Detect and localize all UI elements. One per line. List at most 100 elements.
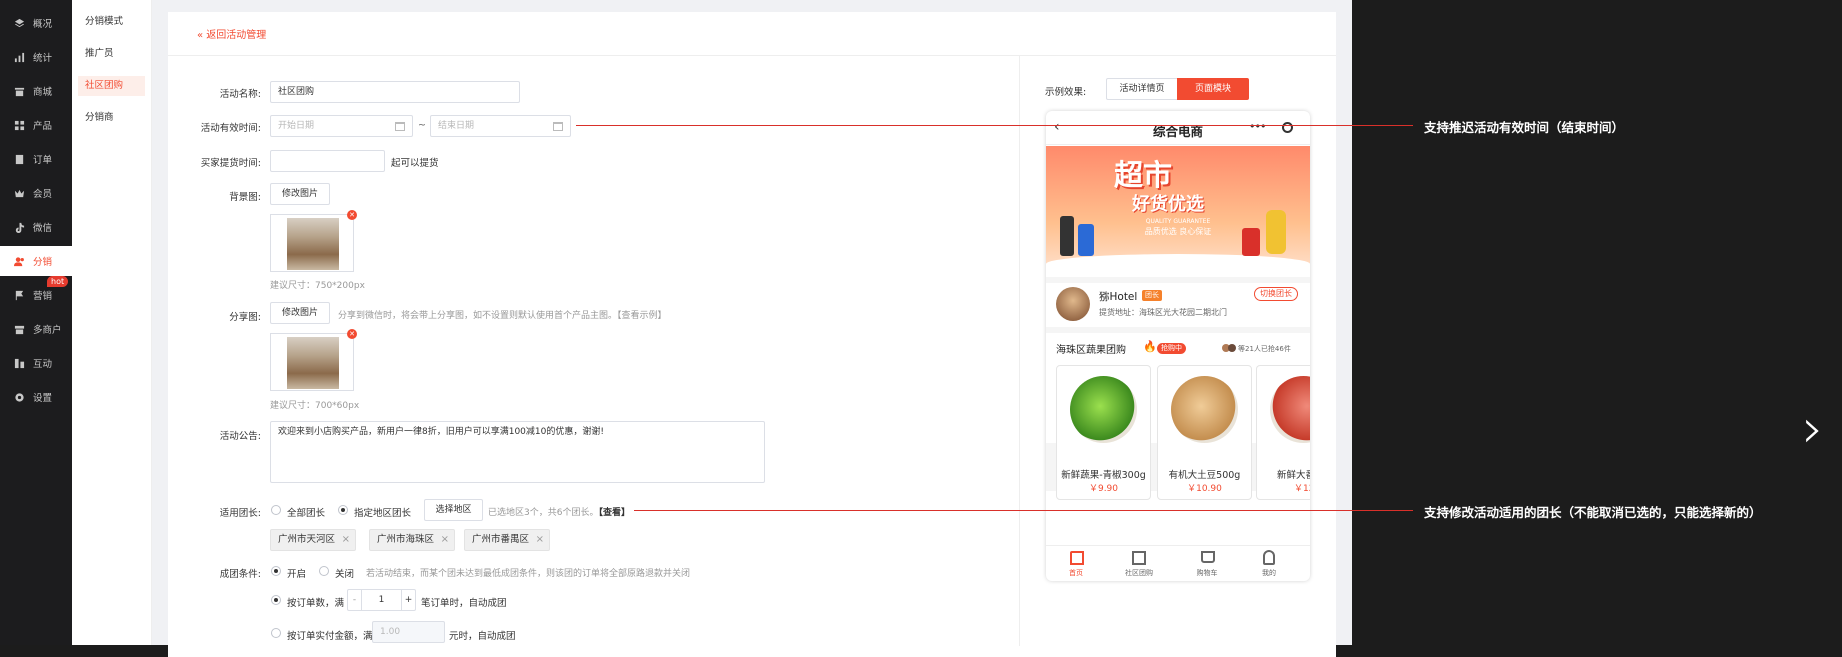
layers-icon: [14, 18, 25, 29]
minus-button[interactable]: -: [348, 590, 362, 610]
bg-change-button[interactable]: 修改图片: [270, 183, 330, 205]
close-icon[interactable]: ×: [441, 530, 449, 550]
annotation-line: [576, 125, 1413, 126]
time-label: 活动有效时间:: [200, 123, 261, 134]
select-area-button[interactable]: 选择地区: [424, 499, 483, 521]
product-card[interactable]: 有机大土豆500g ￥10.90: [1157, 365, 1252, 500]
product-image: [1070, 376, 1137, 443]
leader-badge: 团长: [1142, 290, 1162, 301]
area-tag: 广州市番禺区 ×: [464, 529, 550, 551]
divider: [1046, 144, 1310, 145]
crown-icon: [14, 188, 25, 199]
product-bottle: [1266, 210, 1286, 254]
grid-icon: [14, 120, 25, 131]
tab-mine[interactable]: 我的: [1249, 568, 1289, 578]
gear-icon: [14, 392, 25, 403]
date-separator: ~: [418, 120, 426, 131]
remove-icon[interactable]: ✕: [347, 329, 357, 339]
start-date-input[interactable]: 开始日期: [270, 115, 413, 137]
main-nav: 概况 统计 商城 产品 订单 会员 微信 分销 营销 多商户 互动 设置 hot: [0, 0, 72, 645]
area-view-link[interactable]: 【查看】: [598, 508, 630, 518]
sub-item-community[interactable]: 社区团购: [78, 76, 145, 96]
by-order-suffix: 笔订单时，自动成团: [421, 598, 507, 609]
back-label: 返回活动管理: [206, 30, 267, 41]
product-can: [1242, 228, 1260, 256]
nav-item-overview[interactable]: 概况: [0, 9, 72, 37]
leader-name: 猕Hotel: [1099, 291, 1138, 303]
divider: [1019, 56, 1020, 646]
tab-community[interactable]: 社区团购: [1119, 568, 1159, 578]
product-image: [1270, 376, 1310, 443]
divider: [168, 55, 1336, 56]
radio-all-leaders[interactable]: [271, 505, 281, 515]
radio-cond-on[interactable]: [271, 566, 281, 576]
nav-item-merchant[interactable]: 多商户: [0, 315, 72, 343]
nav-item-product[interactable]: 产品: [0, 111, 72, 139]
share-label: 分享图:: [229, 312, 261, 323]
nav-item-interact[interactable]: 互动: [0, 349, 72, 377]
nav-label: 分销: [33, 257, 53, 268]
end-date-placeholder: 结束日期: [438, 121, 475, 131]
divider: [1046, 545, 1310, 546]
end-date-input[interactable]: 结束日期: [430, 115, 571, 137]
flag-icon: [14, 290, 25, 301]
tiktok-icon: [14, 222, 25, 233]
tab-page-module[interactable]: 页面模块: [1177, 78, 1249, 100]
radio-cond-off[interactable]: [319, 566, 329, 576]
nav-item-wechat[interactable]: 微信: [0, 213, 72, 241]
share-change-button[interactable]: 修改图片: [270, 302, 330, 324]
product-card[interactable]: 新鲜大番 ￥12.9: [1256, 365, 1310, 500]
by-amount-suffix: 元时，自动成团: [449, 631, 516, 642]
bg-label: 背景图:: [229, 192, 261, 203]
nav-item-stats[interactable]: 统计: [0, 43, 72, 71]
nav-label: 产品: [33, 121, 53, 132]
user-icon[interactable]: [1263, 550, 1275, 565]
product-card[interactable]: 新鲜蔬果-青椒300g ￥9.90: [1056, 365, 1151, 500]
tab-cart[interactable]: 购物车: [1187, 568, 1227, 578]
nav-item-mall[interactable]: 商城: [0, 77, 72, 105]
switch-leader-button[interactable]: 切换团长: [1254, 287, 1298, 301]
sub-item-mode[interactable]: 分销模式: [78, 12, 145, 32]
hot-badge: hot: [47, 276, 69, 287]
plus-button[interactable]: +: [401, 590, 415, 610]
radio-by-amount[interactable]: [271, 628, 281, 638]
nav-item-settings[interactable]: 设置: [0, 383, 72, 411]
home-icon[interactable]: [1070, 551, 1084, 565]
name-input[interactable]: 社区团购: [270, 81, 520, 103]
order-qty-stepper[interactable]: - 1 +: [347, 589, 416, 611]
start-date-placeholder: 开始日期: [278, 121, 315, 131]
area-tag-label: 广州市番禺区: [472, 534, 530, 545]
close-icon[interactable]: ×: [536, 530, 544, 550]
nav-label: 统计: [33, 53, 53, 64]
nav-item-member[interactable]: 会员: [0, 179, 72, 207]
product-name: 新鲜大番: [1277, 470, 1310, 481]
radio-area-leaders[interactable]: [338, 505, 348, 515]
product-bottle: [1060, 216, 1074, 256]
nav-label: 多商户: [33, 325, 62, 336]
banner-subtitle: 好货优选: [1132, 194, 1204, 215]
pickup-input[interactable]: [270, 150, 385, 172]
group-count: 等21人已抢46件: [1238, 345, 1291, 353]
remove-icon[interactable]: ✕: [347, 210, 357, 220]
cond-label: 成团条件:: [219, 569, 261, 580]
nav-item-order[interactable]: 订单: [0, 145, 72, 173]
building-icon[interactable]: [1132, 551, 1146, 565]
share-thumbnail: ✕: [270, 329, 357, 391]
amount-placeholder: 1.00: [380, 627, 401, 637]
sub-item-promoter[interactable]: 推广员: [78, 44, 145, 64]
area-tag-label: 广州市海珠区: [377, 534, 435, 545]
tab-home[interactable]: 首页: [1056, 568, 1096, 578]
next-arrow-icon[interactable]: ›: [1802, 402, 1824, 456]
product-name: 新鲜蔬果-青椒300g: [1061, 470, 1146, 481]
tab-detail-page[interactable]: 活动详情页: [1106, 78, 1178, 100]
close-icon[interactable]: ×: [342, 530, 350, 550]
radio-by-order[interactable]: [271, 595, 281, 605]
cart-icon[interactable]: [1201, 551, 1215, 563]
nav-item-distribution[interactable]: 分销: [0, 246, 72, 276]
notice-textarea[interactable]: 欢迎来到小店购买产品，新用户一律8折，旧用户可以享满100减10的优惠，谢谢!: [270, 421, 765, 483]
back-link[interactable]: « 返回活动管理: [197, 26, 266, 41]
avatar: [1228, 344, 1236, 352]
amount-input[interactable]: 1.00: [372, 621, 445, 643]
clipboard-icon: [14, 154, 25, 165]
sub-item-distributor[interactable]: 分销商: [78, 108, 145, 128]
